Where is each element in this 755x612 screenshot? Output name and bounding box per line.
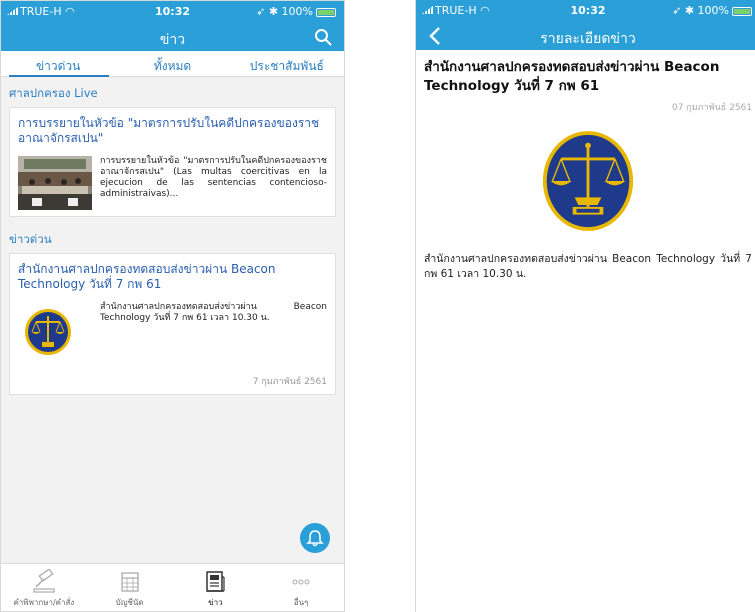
- status-bar: TRUE-H ◠ 10:32 ➶ ✱ 100%: [1, 1, 344, 23]
- bottom-tab-bar: คำพิพากษา/คำสั่ง บัญชีนัด ข่าว อื่นๆ: [1, 563, 344, 611]
- battery-icon: [316, 7, 336, 17]
- news-list-screen: TRUE-H ◠ 10:32 ➶ ✱ 100% ข่าว ข่าวด่วน ทั…: [0, 0, 345, 612]
- detail-body: สำนักงานศาลปกครองทดสอบส่งข่าวผ่าน Beacon…: [424, 253, 752, 280]
- detail-headline: สำนักงานศาลปกครองทดสอบส่งข่าวผ่าน Beacon…: [424, 59, 720, 94]
- detail-date: 07 กุมภาพันธ์ 2561: [671, 103, 752, 113]
- section-header-urgent: ข่าวด่วน: [9, 232, 52, 246]
- tabbar-label: อื่นๆ: [293, 598, 309, 607]
- calendar-icon: [120, 572, 139, 592]
- news-card-live[interactable]: การบรรยายในหัวข้อ "มาตรการปรับในคดีปกครอ…: [9, 107, 336, 217]
- status-bar: TRUE-H ◠ 10:32 ➶ ✱ 100%: [416, 0, 755, 22]
- card-title: สำนักงานศาลปกครองทดสอบส่งข่าวผ่าน Beacon…: [18, 262, 276, 291]
- battery-icon: [732, 6, 752, 16]
- tab-public-relations[interactable]: ประชาสัมพันธ์: [230, 51, 344, 76]
- card-snippet: สำนักงานศาลปกครองทดสอบส่งข่าวผ่าน Beacon…: [100, 302, 327, 323]
- nav-bar: ข่าว: [1, 23, 344, 51]
- battery-percent: 100%: [281, 5, 313, 18]
- battery-percent: 100%: [697, 4, 729, 17]
- court-seal-icon: [25, 309, 71, 355]
- status-right: ➶ ✱ 100%: [672, 4, 752, 17]
- nav-bar: รายละเอียดข่าว: [416, 22, 755, 50]
- tabbar-label: บัญชีนัด: [115, 598, 144, 607]
- card-date: 7 กุมภาพันธ์ 2561: [252, 377, 327, 387]
- search-icon[interactable]: [314, 28, 332, 46]
- active-tab-indicator: [9, 75, 109, 77]
- tabbar-more[interactable]: อื่นๆ: [258, 564, 344, 611]
- bluetooth-icon: ✱: [268, 5, 279, 18]
- tabbar-schedule[interactable]: บัญชีนัด: [87, 564, 173, 611]
- notification-button[interactable]: [300, 523, 330, 553]
- page-title: ข่าว: [159, 32, 186, 48]
- tabbar-news[interactable]: ข่าว: [173, 564, 259, 611]
- news-detail-screen: TRUE-H ◠ 10:32 ➶ ✱ 100% รายละเอียดข่าว ส…: [415, 0, 755, 612]
- status-right: ➶ ✱ 100%: [256, 5, 336, 18]
- bluetooth-icon: ✱: [684, 4, 695, 17]
- location-icon: ➶: [672, 4, 682, 17]
- news-icon: [206, 571, 225, 592]
- bell-icon: [306, 530, 324, 547]
- more-icon: [292, 579, 310, 585]
- page-title: รายละเอียดข่าว: [540, 31, 636, 47]
- location-icon: ➶: [256, 5, 266, 18]
- card-title: การบรรยายในหัวข้อ "มาตรการปรับในคดีปกครอ…: [18, 116, 320, 145]
- category-tabs: ข่าวด่วน ทั้งหมด ประชาสัมพันธ์: [1, 51, 344, 77]
- card-snippet: การบรรยายในหัวข้อ "มาตรการปรับในคดีปกครอ…: [100, 156, 327, 199]
- gavel-icon: [33, 569, 55, 593]
- card-body: การบรรยายในหัวข้อ "มาตรการปรับในคดีปกครอ…: [18, 156, 327, 210]
- court-seal-icon: [542, 131, 634, 231]
- tab-all[interactable]: ทั้งหมด: [115, 51, 229, 76]
- section-header-live: ศาลปกครอง Live: [9, 86, 98, 100]
- news-card-beacon[interactable]: สำนักงานศาลปกครองทดสอบส่งข่าวผ่าน Beacon…: [9, 253, 336, 395]
- tabbar-label: คำพิพากษา/คำสั่ง: [13, 598, 75, 607]
- tab-urgent-news[interactable]: ข่าวด่วน: [1, 51, 115, 76]
- card-body: สำนักงานศาลปกครองทดสอบส่งข่าวผ่าน Beacon…: [18, 302, 327, 356]
- news-detail: สำนักงานศาลปกครองทดสอบส่งข่าวผ่าน Beacon…: [416, 50, 755, 290]
- tabbar-judgments[interactable]: คำพิพากษา/คำสั่ง: [1, 564, 87, 611]
- tabbar-label: ข่าว: [208, 598, 223, 607]
- lecture-photo: [18, 156, 92, 210]
